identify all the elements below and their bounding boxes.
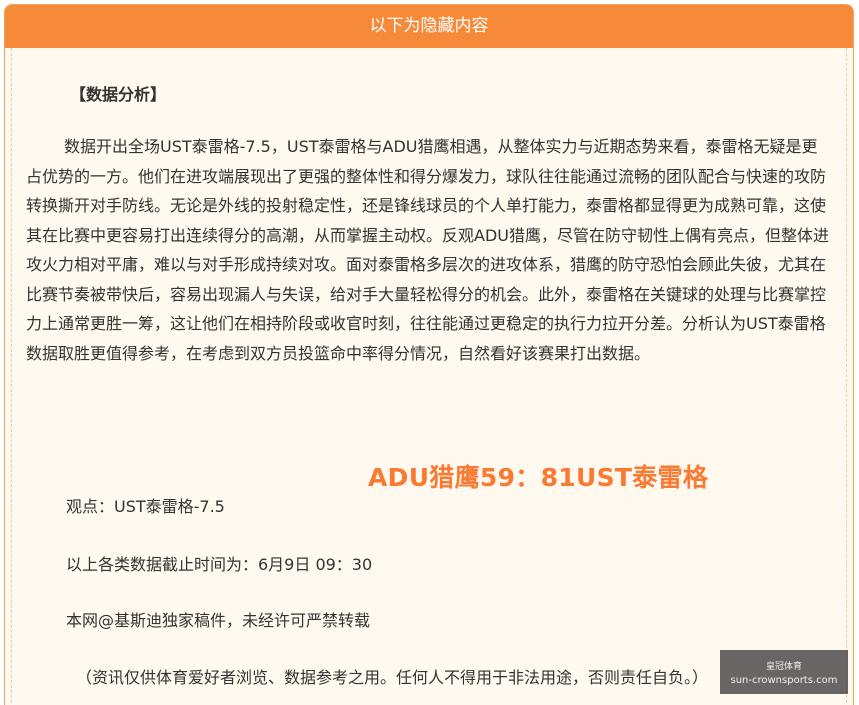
hidden-content-panel: 以下为隐藏内容 【数据分析】 数据开出全场UST泰雷格-7.5，UST泰雷格与A… (4, 4, 854, 705)
disclaimer-line: （资讯仅供体育爱好者浏览、数据参考之用。任何人不得用于非法用途，否则责任自负。） (76, 668, 709, 687)
panel-header: 以下为隐藏内容 (5, 5, 853, 48)
section-title: 【数据分析】 (70, 85, 167, 104)
copyright-line: 本网@基斯迪独家稿件，未经许可严禁转载 (66, 611, 371, 630)
viewpoint-line: 观点：UST泰雷格-7.5 (66, 497, 225, 516)
panel-body: 【数据分析】 数据开出全场UST泰雷格-7.5，UST泰雷格与ADU猎鹰相遇，从… (11, 48, 847, 705)
site-watermark: 皇冠体育 sun-crownsports.com (720, 650, 848, 694)
panel-header-title: 以下为隐藏内容 (369, 16, 489, 36)
watermark-url: sun-crownsports.com (730, 675, 838, 686)
data-cutoff-line: 以上各类数据截止时间为：6月9日 09：30 (66, 555, 373, 574)
watermark-brand: 皇冠体育 (765, 662, 802, 672)
analysis-paragraph: 数据开出全场UST泰雷格-7.5，UST泰雷格与ADU猎鹰相遇，从整体实力与近期… (26, 137, 829, 363)
score-banner: ADU猎鹰59：81UST泰雷格 (368, 463, 709, 492)
